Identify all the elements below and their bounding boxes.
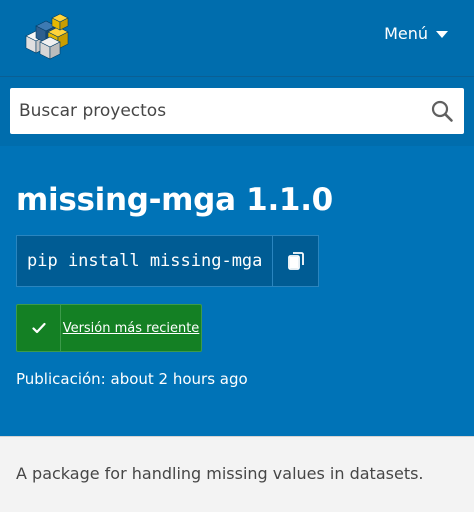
top-navigation-bar: Menú <box>0 0 474 76</box>
copy-icon <box>288 252 304 270</box>
pypi-logo-icon[interactable] <box>14 12 76 62</box>
package-header: missing-mga 1.1.0 pip install missing-mg… <box>0 146 474 436</box>
search-box <box>10 88 464 134</box>
caret-down-icon <box>436 31 448 38</box>
menu-label: Menú <box>384 24 428 43</box>
package-description-section: A package for handling missing values in… <box>0 436 474 512</box>
search-icon[interactable] <box>430 99 454 123</box>
latest-version-badge[interactable]: Versión más reciente <box>16 304 202 352</box>
pip-install-box: pip install missing-mga <box>16 235 320 287</box>
pip-command[interactable]: pip install missing-mga <box>17 236 272 286</box>
menu-button[interactable]: Menú <box>384 24 448 43</box>
latest-check <box>17 305 61 351</box>
publish-date: Publicación: about 2 hours ago <box>16 370 248 388</box>
search-bar-section <box>0 76 474 146</box>
search-input[interactable] <box>19 88 419 134</box>
package-description: A package for handling missing values in… <box>16 464 424 483</box>
package-title: missing-mga 1.1.0 <box>16 182 333 218</box>
latest-version-link[interactable]: Versión más reciente <box>61 305 201 351</box>
checkmark-icon <box>31 322 46 334</box>
copy-button[interactable] <box>272 236 318 286</box>
